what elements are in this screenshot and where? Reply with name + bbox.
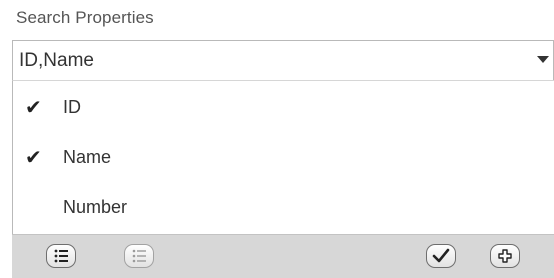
search-properties-label: Search Properties <box>16 8 154 27</box>
search-properties-widget: Search Properties ID,Name ✔ ID ✔ Name Nu… <box>0 0 554 278</box>
selected-properties-value: ID,Name <box>19 50 94 71</box>
select-all-button[interactable] <box>46 244 76 268</box>
option-id[interactable]: ✔ ID <box>13 87 554 131</box>
apply-button[interactable] <box>426 244 456 268</box>
search-properties-select[interactable]: ID,Name <box>12 40 554 80</box>
option-label: Name <box>63 147 112 167</box>
option-name[interactable]: ✔ Name <box>13 137 554 181</box>
plus-icon <box>498 249 512 263</box>
select-all-list-icon <box>54 249 68 263</box>
option-label: Number <box>63 197 128 217</box>
chevron-down-icon[interactable] <box>537 56 549 63</box>
deselect-all-list-icon <box>132 249 146 263</box>
option-label: ID <box>63 97 81 117</box>
option-number[interactable]: Number <box>13 187 554 231</box>
checkmark-icon <box>432 248 450 263</box>
checkmark-icon: ✔ <box>25 95 42 119</box>
dropdown-footer-toolbar <box>12 234 554 278</box>
deselect-all-button[interactable] <box>124 244 154 268</box>
checkmark-icon: ✔ <box>25 145 42 169</box>
add-button[interactable] <box>490 244 520 268</box>
